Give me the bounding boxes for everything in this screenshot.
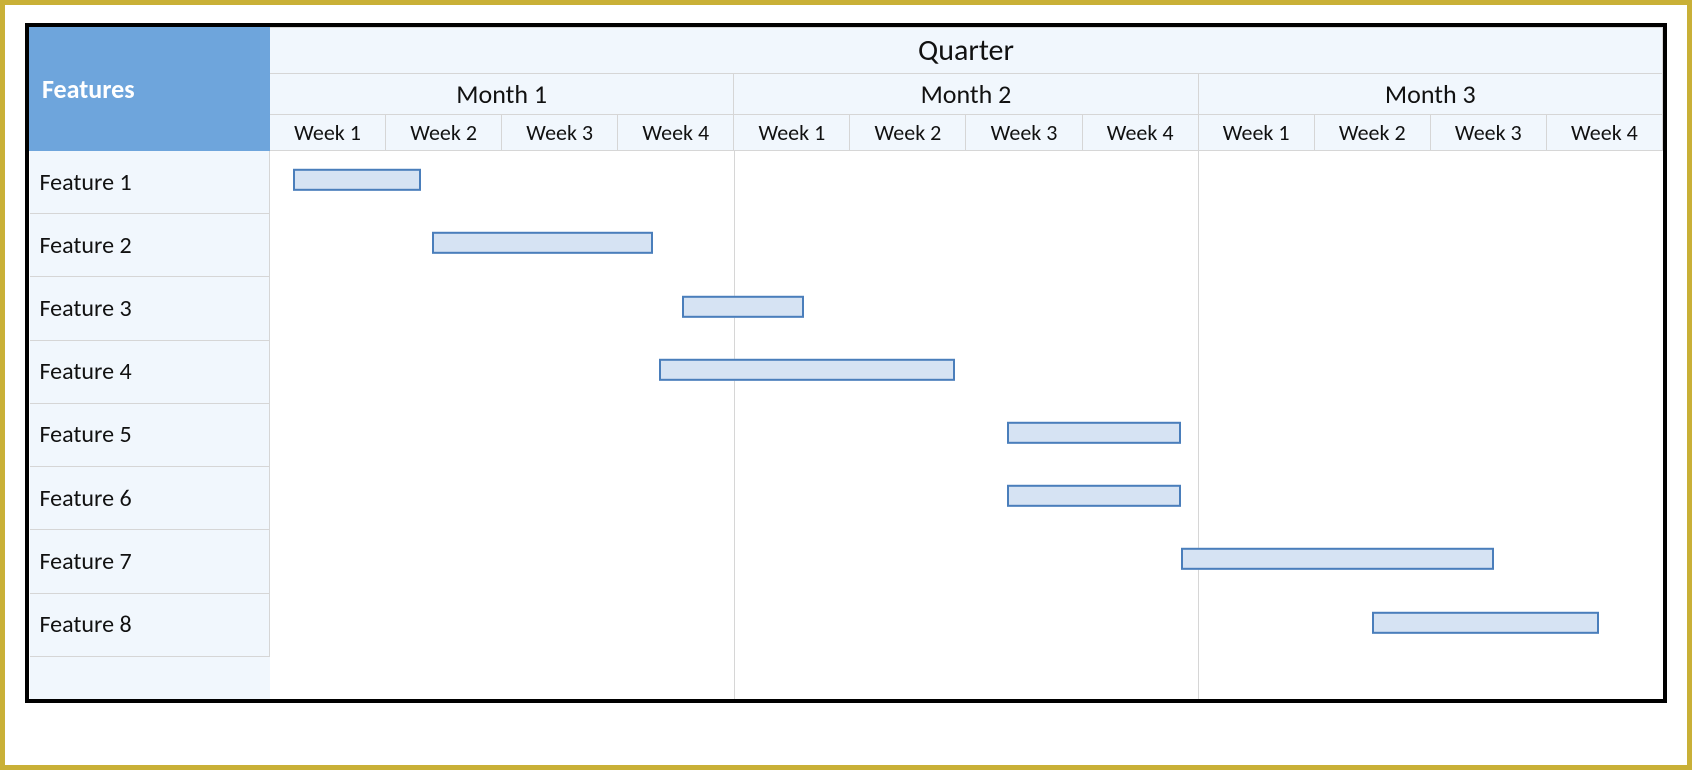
timeline-cell <box>270 467 1663 530</box>
month-divider <box>1198 467 1199 530</box>
week-header: Week 3 <box>966 115 1082 151</box>
timeline-cell <box>270 214 1663 277</box>
feature-row: Feature 3 <box>30 277 1663 340</box>
week-header: Week 1 <box>270 115 386 151</box>
month-divider <box>1198 151 1199 214</box>
feature-row: Feature 5 <box>30 403 1663 466</box>
month-header-2: Month 2 <box>734 74 1198 115</box>
week-header: Week 3 <box>502 115 618 151</box>
feature-label: Feature 7 <box>30 530 270 593</box>
feature-row: Feature 4 <box>30 340 1663 403</box>
month-divider <box>734 214 735 277</box>
timeline-cell <box>270 403 1663 466</box>
feature-row: Feature 2 <box>30 214 1663 277</box>
week-header: Week 2 <box>386 115 502 151</box>
gantt-bar <box>682 295 804 317</box>
gantt-bar <box>1007 422 1181 444</box>
feature-row: Feature 6 <box>30 467 1663 530</box>
timeline-cell <box>270 593 1663 656</box>
timeline-cell <box>270 277 1663 340</box>
month-header-1: Month 1 <box>270 74 734 115</box>
gantt-bar <box>293 169 421 191</box>
week-header: Week 4 <box>1082 115 1198 151</box>
pad-timeline <box>270 656 1663 699</box>
month-divider <box>1198 340 1199 403</box>
feature-row: Feature 1 <box>30 151 1663 214</box>
gantt-bar <box>659 359 955 381</box>
week-header: Week 2 <box>1314 115 1430 151</box>
quarter-header: Quarter <box>270 28 1663 74</box>
timeline-cell <box>270 340 1663 403</box>
week-header: Week 4 <box>618 115 734 151</box>
pad-cell <box>30 656 270 699</box>
feature-row: Feature 7 <box>30 530 1663 593</box>
month-header-3: Month 3 <box>1198 74 1662 115</box>
feature-label: Feature 6 <box>30 467 270 530</box>
feature-label: Feature 1 <box>30 151 270 214</box>
week-header: Week 4 <box>1546 115 1662 151</box>
gantt-table: Features Quarter Month 1 Month 2 Month 3… <box>29 27 1663 699</box>
feature-label: Feature 4 <box>30 340 270 403</box>
month-divider <box>734 530 735 593</box>
month-divider <box>734 403 735 466</box>
feature-label: Feature 2 <box>30 214 270 277</box>
month-divider <box>734 467 735 530</box>
gantt-bar <box>1181 548 1494 570</box>
feature-row: Feature 8 <box>30 593 1663 656</box>
month-divider <box>1198 277 1199 340</box>
feature-label: Feature 5 <box>30 403 270 466</box>
month-divider <box>1198 214 1199 277</box>
feature-label: Feature 8 <box>30 593 270 656</box>
features-header: Features <box>30 28 270 151</box>
gantt-bar <box>432 232 652 254</box>
week-header: Week 2 <box>850 115 966 151</box>
month-divider <box>734 151 735 214</box>
week-header: Week 1 <box>1198 115 1314 151</box>
week-header: Week 3 <box>1430 115 1546 151</box>
timeline-cell <box>270 530 1663 593</box>
month-divider <box>734 593 735 656</box>
month-divider <box>1198 593 1199 656</box>
gantt-bar <box>1007 485 1181 507</box>
gantt-bar <box>1372 611 1598 633</box>
week-header: Week 1 <box>734 115 850 151</box>
month-divider <box>1198 403 1199 466</box>
feature-label: Feature 3 <box>30 277 270 340</box>
timeline-cell <box>270 151 1663 214</box>
